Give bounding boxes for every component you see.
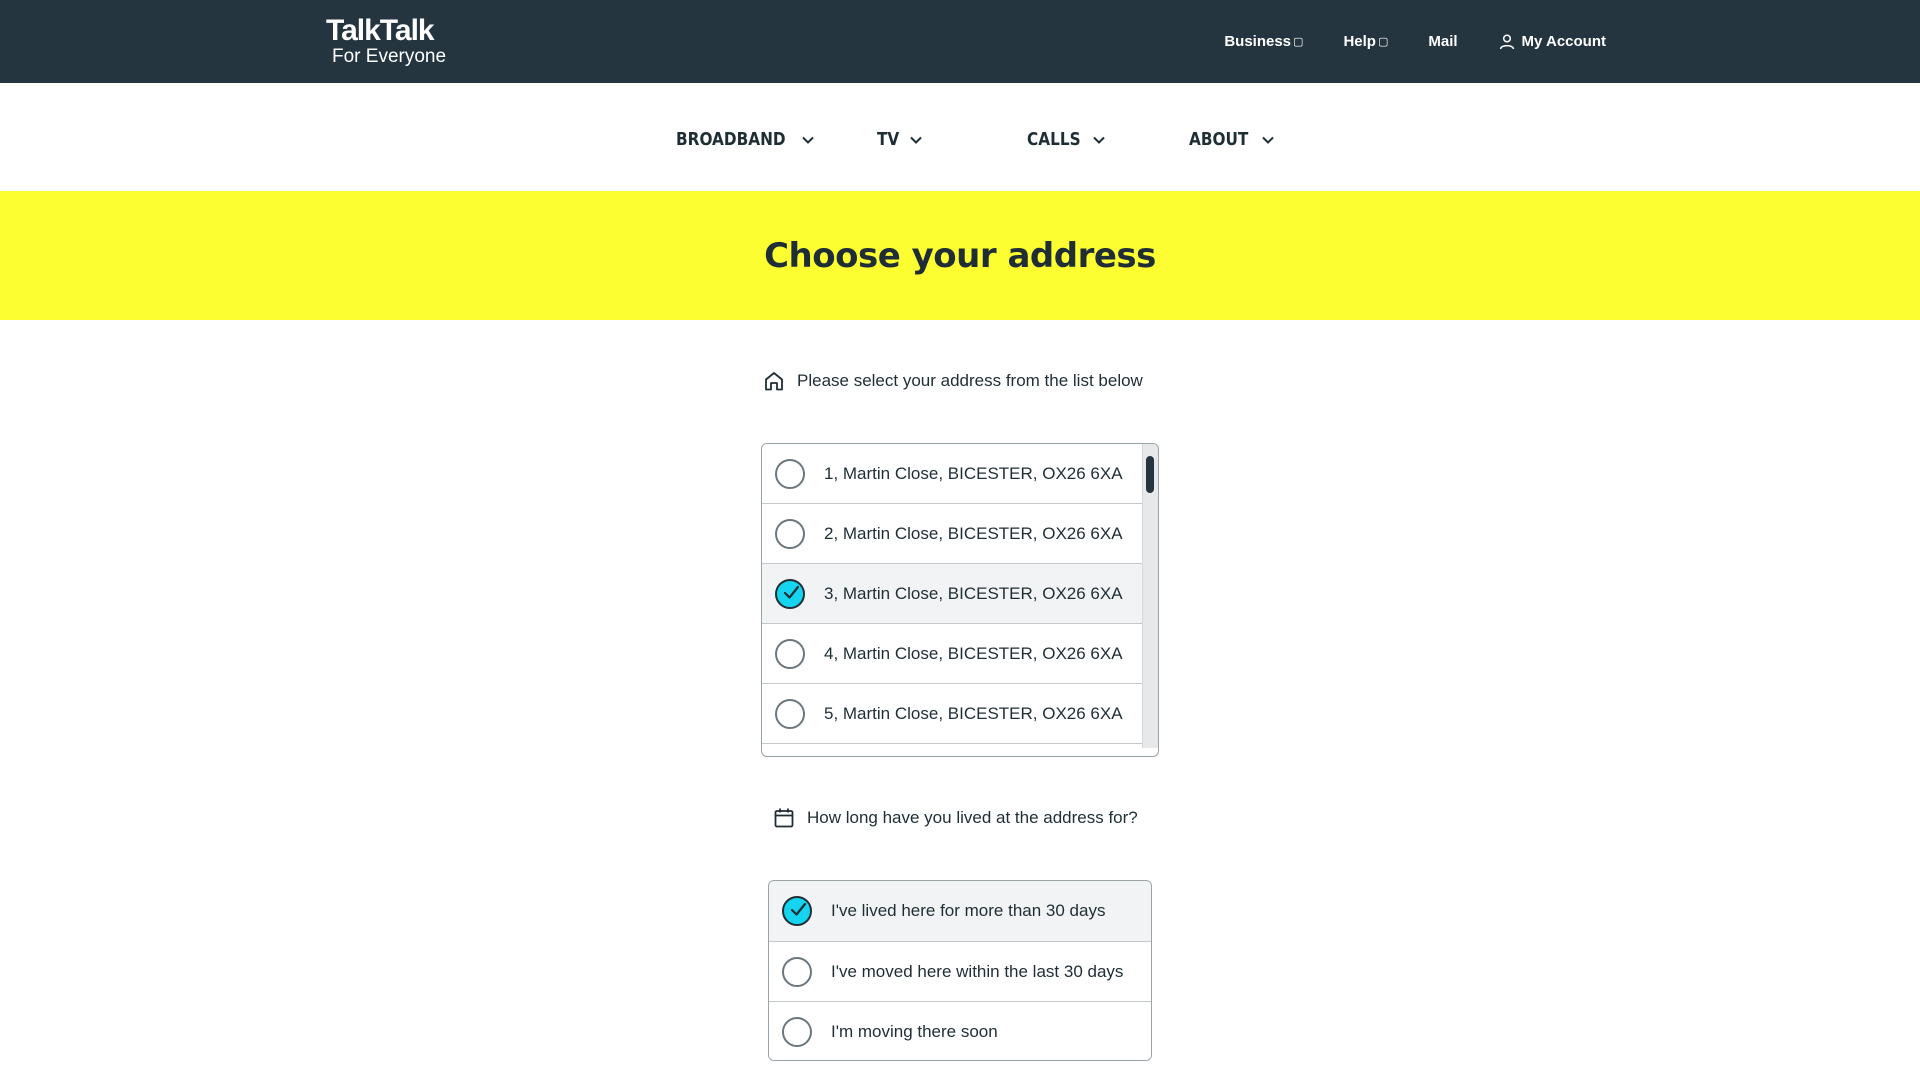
- address-option-label: 5, Martin Close, BICESTER, OX26 6XA: [824, 703, 1123, 723]
- chevron-down-icon: [1093, 136, 1105, 144]
- address-option-label: 4, Martin Close, BICESTER, OX26 6XA: [824, 643, 1123, 663]
- address-prompt-text: Please select your address from the list…: [797, 371, 1143, 390]
- nav-broadband-label: BROADBAND: [676, 129, 786, 150]
- scrollbar[interactable]: [1142, 444, 1158, 748]
- address-option[interactable]: 5, Martin Close, BICESTER, OX26 6XA: [762, 684, 1143, 744]
- my-account-link[interactable]: My Account: [1498, 33, 1606, 51]
- logo-tagline: For Everyone: [332, 46, 447, 67]
- duration-option-label: I've lived here for more than 30 days: [831, 901, 1106, 920]
- nav-calls-label: CALLS: [1027, 129, 1081, 150]
- business-link-label: Business: [1224, 33, 1292, 50]
- checkmark-icon: [790, 902, 807, 916]
- address-prompt: Please select your address from the list…: [763, 370, 1143, 392]
- duration-prompt-text: How long have you lived at the address f…: [807, 808, 1138, 827]
- business-link[interactable]: Business ▢: [1224, 33, 1303, 50]
- talktalk-logo[interactable]: TalkTalk For Everyone: [326, 14, 447, 67]
- nav-calls[interactable]: CALLS: [1027, 129, 1106, 150]
- address-list[interactable]: 1, Martin Close, BICESTER, OX26 6XA 2, Ma…: [761, 443, 1159, 757]
- external-link-icon: ▢: [1377, 36, 1389, 48]
- duration-option-label: I'm moving there soon: [831, 1021, 998, 1041]
- scrollbar-thumb[interactable]: [1146, 456, 1154, 493]
- address-option[interactable]: 4, Martin Close, BICESTER, OX26 6XA: [762, 624, 1143, 684]
- hero-banner: Choose your address: [0, 191, 1920, 320]
- address-option[interactable]: 3, Martin Close, BICESTER, OX26 6XA: [762, 564, 1143, 624]
- chevron-down-icon: [802, 136, 814, 144]
- address-option-label: 1, Martin Close, BICESTER, OX26 6XA: [824, 463, 1123, 483]
- mail-link[interactable]: Mail: [1428, 33, 1457, 50]
- mail-link-label: Mail: [1428, 33, 1458, 50]
- checkmark-icon: [783, 585, 800, 599]
- logo-name: TalkTalk: [326, 14, 435, 47]
- duration-options: I've lived here for more than 30 days I'v…: [768, 880, 1152, 1061]
- address-list-items: 1, Martin Close, BICESTER, OX26 6XA 2, Ma…: [762, 444, 1143, 756]
- duration-option[interactable]: I've lived here for more than 30 days: [769, 881, 1151, 941]
- external-link-icon: ▢: [1293, 36, 1304, 48]
- top-bar: TalkTalk For Everyone Business ▢ Help ▢ Ma…: [0, 0, 1920, 83]
- duration-option[interactable]: I'm moving there soon: [769, 1001, 1151, 1060]
- main-nav: BROADBAND TV CALLS ABOUT: [0, 83, 1920, 191]
- chevron-down-icon: [1262, 136, 1274, 144]
- address-option[interactable]: 1, Martin Close, BICESTER, OX26 6XA: [762, 444, 1143, 504]
- radio-button-icon[interactable]: [775, 638, 805, 669]
- address-option-label: 2, Martin Close, BICESTER, OX26 6XA: [824, 523, 1123, 543]
- duration-option-label: I've moved here within the last 30 days: [831, 961, 1124, 981]
- radio-button-icon[interactable]: [775, 458, 805, 489]
- nav-tv-label: TV: [877, 129, 900, 150]
- page-title: Choose your address: [764, 235, 1156, 276]
- help-link[interactable]: Help ▢: [1343, 33, 1388, 50]
- address-option[interactable]: 2, Martin Close, BICESTER, OX26 6XA: [762, 504, 1143, 564]
- radio-button-icon[interactable]: [782, 956, 812, 987]
- chevron-down-icon: [910, 136, 922, 144]
- top-nav: Business ▢ Help ▢ Mail My Account: [1224, 0, 1606, 83]
- nav-about[interactable]: ABOUT: [1189, 129, 1275, 150]
- duration-option[interactable]: I've moved here within the last 30 days: [769, 941, 1151, 1001]
- radio-checked-icon[interactable]: [782, 896, 812, 926]
- address-option-label: 3, Martin Close, BICESTER, OX26 6XA: [824, 583, 1123, 603]
- person-icon: [1499, 33, 1514, 49]
- nav-about-label: ABOUT: [1189, 129, 1249, 150]
- duration-prompt: How long have you lived at the address f…: [773, 807, 1138, 829]
- house-icon: [765, 372, 783, 391]
- my-account-label: My Account: [1521, 33, 1606, 50]
- radio-button-icon[interactable]: [775, 518, 805, 549]
- nav-broadband[interactable]: BROADBAND: [676, 129, 815, 150]
- radio-button-icon[interactable]: [782, 1016, 812, 1047]
- radio-button-icon[interactable]: [775, 698, 805, 729]
- nav-tv[interactable]: TV: [877, 129, 923, 150]
- radio-checked-icon[interactable]: [775, 578, 805, 609]
- calendar-icon: [774, 808, 794, 828]
- help-link-label: Help: [1343, 33, 1376, 50]
